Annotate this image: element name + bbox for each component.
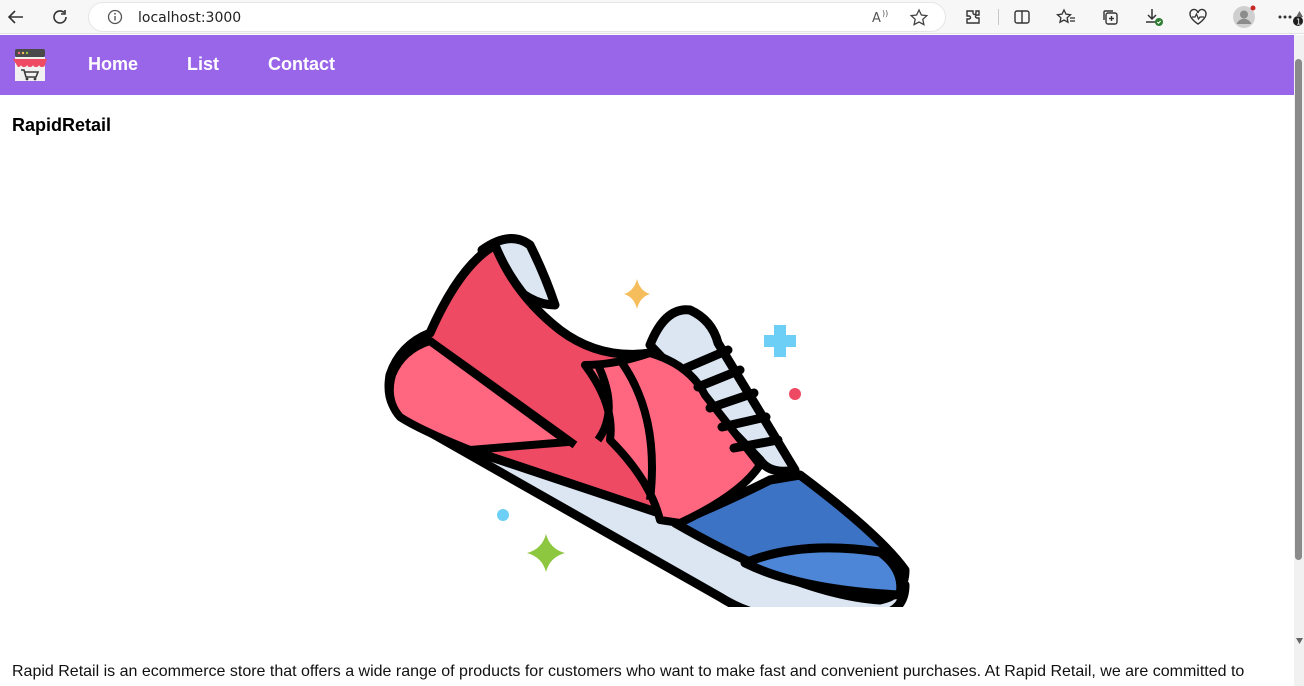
read-aloud-icon[interactable]: A)) [871,8,891,31]
sparkle-green-icon [527,534,565,572]
vertical-scrollbar[interactable] [1294,35,1304,686]
back-icon[interactable] [2,3,30,31]
svg-text:A: A [872,11,881,26]
svg-text:)): )) [882,9,888,18]
browser-toolbar: localhost:3000 A)) 1 [0,0,1304,34]
sneaker-illustration [384,234,910,607]
dot-red-icon [789,388,801,400]
collections-icon[interactable] [1096,3,1124,31]
page-viewport: Home List Contact RapidRetail Rapid Reta… [0,35,1294,686]
address-url[interactable]: localhost:3000 [138,10,241,26]
info-icon[interactable] [107,9,123,30]
downloads-icon[interactable] [1140,3,1168,31]
sparkle-blue-cross-icon [764,325,796,357]
nav-link-contact[interactable]: Contact [268,54,335,75]
nav-link-home[interactable]: Home [88,54,138,75]
scrollbar-thumb[interactable] [1295,59,1302,560]
nav-link-list[interactable]: List [187,54,219,75]
browser-essentials-icon[interactable] [1184,3,1212,31]
refresh-icon[interactable] [46,3,74,31]
page-title: RapidRetail [12,115,112,135]
navbar: Home List Contact [0,35,1294,95]
scroll-down-icon[interactable] [1296,631,1303,649]
dot-blue-icon [497,509,509,521]
extensions-icon[interactable] [959,3,987,31]
favorites-icon[interactable] [1052,3,1080,31]
shop-cart-logo[interactable] [11,47,49,85]
about-paragraph: Rapid Retail is an ecommerce store that … [12,663,1245,680]
split-screen-icon[interactable] [1008,3,1036,31]
sparkle-yellow-icon [624,279,650,309]
address-bar[interactable]: localhost:3000 A)) [88,2,946,32]
favorite-star-icon[interactable] [909,8,929,33]
profile-icon[interactable] [1230,3,1258,31]
toolbar-separator [998,9,999,25]
scroll-up-icon[interactable] [1296,4,1303,22]
